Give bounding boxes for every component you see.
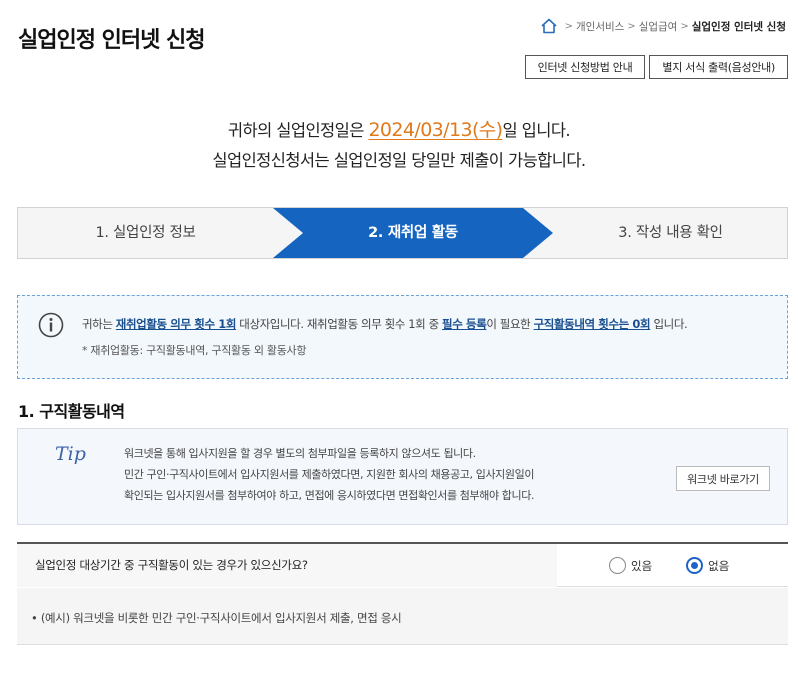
chevron-right-icon: > (680, 20, 689, 32)
recognition-date: 2024/03/13(수) (368, 119, 503, 141)
home-icon[interactable] (540, 18, 558, 34)
apply-guide-button[interactable]: 인터넷 신청방법 안내 (524, 55, 646, 79)
chevron-right-icon: > (627, 20, 636, 32)
radio-yes-circle[interactable] (609, 557, 626, 574)
job-search-radio-group: 있음 없음 (609, 557, 763, 574)
radio-yes[interactable]: 있음 (609, 557, 652, 574)
chevron-right-icon: > (564, 20, 573, 32)
step-3: 3. 작성 내용 확인 (618, 225, 723, 241)
worknet-shortcut-button[interactable]: 워크넷 바로가기 (676, 466, 770, 491)
section-title-job-search: 1. 구직활동내역 (18, 402, 125, 421)
obligation-count-highlight: 재취업활동 의무 횟수 1회 (115, 317, 237, 331)
obligation-info-box: 귀하는 재취업활동 의무 횟수 1회 대상자입니다. 재취업활동 의무 횟수 1… (17, 295, 788, 379)
obligation-text: 귀하는 재취업활동 의무 횟수 1회 대상자입니다. 재취업활동 의무 횟수 1… (82, 317, 688, 331)
breadcrumb-current: 실업인정 인터넷 신청 (691, 20, 786, 33)
example-box: • (예시) 워크넷을 비롯한 민간 구인·구직사이트에서 입사지원서 제출, … (17, 588, 788, 645)
job-search-question-label: 실업인정 대상기간 중 구직활동이 있는 경우가 있으신가요? (17, 544, 557, 587)
job-search-question-row: 실업인정 대상기간 중 구직활동이 있는 경우가 있으신가요? 있음 없음 (17, 542, 788, 587)
tip-box: Tip 워크넷을 통해 입사지원을 할 경우 별도의 첨부파일을 등록하지 않으… (17, 428, 788, 525)
breadcrumb-item-benefit[interactable]: 실업급여 (639, 19, 678, 34)
top-button-group: 인터넷 신청방법 안내 별지 서식 출력(음성안내) (524, 55, 788, 79)
step-1: 1. 실업인정 정보 (95, 225, 196, 241)
required-registration-highlight: 필수 등록 (442, 317, 487, 331)
breadcrumb-item-personal[interactable]: 개인서비스 (576, 19, 624, 34)
obligation-note: * 재취업활동: 구직활동내역, 구직활동 외 활동사항 (82, 344, 307, 357)
info-icon (38, 312, 64, 338)
breadcrumb: > 개인서비스 > 실업급여 > 실업인정 인터넷 신청 (540, 18, 786, 34)
notice-line-2: 실업인정신청서는 실업인정일 당일만 제출이 가능합니다. (212, 151, 586, 170)
radio-no-circle[interactable] (686, 557, 704, 574)
recognition-date-notice: 귀하의 실업인정일은 2024/03/13(수)일 입니다. 실업인정신청서는 … (0, 115, 798, 176)
notice-line-1: 귀하의 실업인정일은 2024/03/13(수)일 입니다. (227, 119, 571, 141)
page-title: 실업인정 인터넷 신청 (18, 28, 205, 53)
job-search-count-highlight: 구직활동내역 횟수는 0회 (533, 317, 651, 331)
radio-no[interactable]: 없음 (686, 557, 729, 574)
tip-text: 워크넷을 통해 입사지원을 할 경우 별도의 첨부파일을 등록하지 않으셔도 됩… (124, 447, 535, 502)
example-text: • (예시) 워크넷을 비롯한 민간 구인·구직사이트에서 입사지원서 제출, … (31, 611, 402, 625)
tip-label: Tip (55, 443, 86, 465)
print-form-button[interactable]: 별지 서식 출력(음성안내) (649, 55, 788, 79)
step-2-active: 2. 재취업 활동 (368, 225, 458, 241)
step-indicator: 1. 실업인정 정보 2. 재취업 활동 3. 작성 내용 확인 (17, 207, 788, 259)
